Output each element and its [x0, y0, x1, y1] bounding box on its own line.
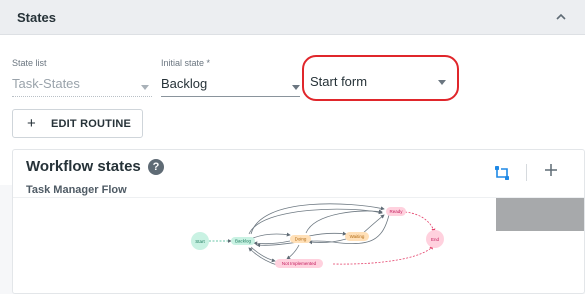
state-list-label: State list — [12, 58, 47, 68]
node-label: Not Implemented — [282, 261, 317, 266]
initial-state-value[interactable]: Backlog — [161, 76, 207, 91]
plus-icon: + — [27, 115, 36, 132]
edit-routine-label: EDIT ROUTINE — [51, 118, 132, 130]
dropdown-arrow-icon — [141, 85, 149, 90]
dropdown-arrow-icon[interactable] — [292, 85, 300, 90]
node-label: Start — [195, 239, 205, 244]
help-icon[interactable]: ? — [148, 159, 164, 175]
flow-name: Task Manager Flow — [26, 184, 127, 196]
state-list-value: Task-States — [12, 76, 80, 91]
field-underline — [12, 96, 152, 97]
highlight-annotation — [302, 55, 459, 101]
node-label: End — [431, 237, 440, 242]
plus-icon[interactable] — [543, 162, 559, 178]
flow-node-doing[interactable]: Doing — [290, 235, 311, 243]
flow-node-end[interactable]: End — [426, 230, 444, 248]
field-underline — [161, 96, 300, 97]
flow-node-waiting[interactable]: Waiting — [345, 232, 369, 241]
card-title: Workflow states — [26, 158, 141, 175]
workflow-states-card: Workflow states ? Task Manager Flow Star… — [12, 149, 585, 294]
state-list-select: State list Task-States — [12, 58, 152, 97]
toolbar-divider — [526, 164, 527, 181]
node-label: Waiting — [350, 234, 365, 239]
states-section-header[interactable]: States — [0, 0, 585, 35]
node-label: Doing — [295, 237, 307, 242]
chevron-up-icon[interactable] — [554, 11, 568, 23]
diagram-minimap[interactable] — [496, 198, 584, 231]
node-label: Ready — [389, 209, 403, 214]
flow-node-backlog[interactable]: Backlog — [231, 237, 255, 245]
section-title: States — [17, 10, 57, 25]
flow-layout-icon[interactable] — [493, 164, 511, 182]
initial-state-label: Initial state * — [161, 58, 211, 68]
flow-node-not-implemented[interactable]: Not Implemented — [275, 259, 323, 268]
initial-state-select[interactable]: Initial state * Backlog — [161, 58, 300, 97]
flow-node-start[interactable]: Start — [191, 232, 209, 250]
node-label: Backlog — [235, 239, 252, 244]
edit-routine-button[interactable]: + EDIT ROUTINE — [12, 109, 143, 138]
flow-node-ready[interactable]: Ready — [386, 207, 406, 216]
